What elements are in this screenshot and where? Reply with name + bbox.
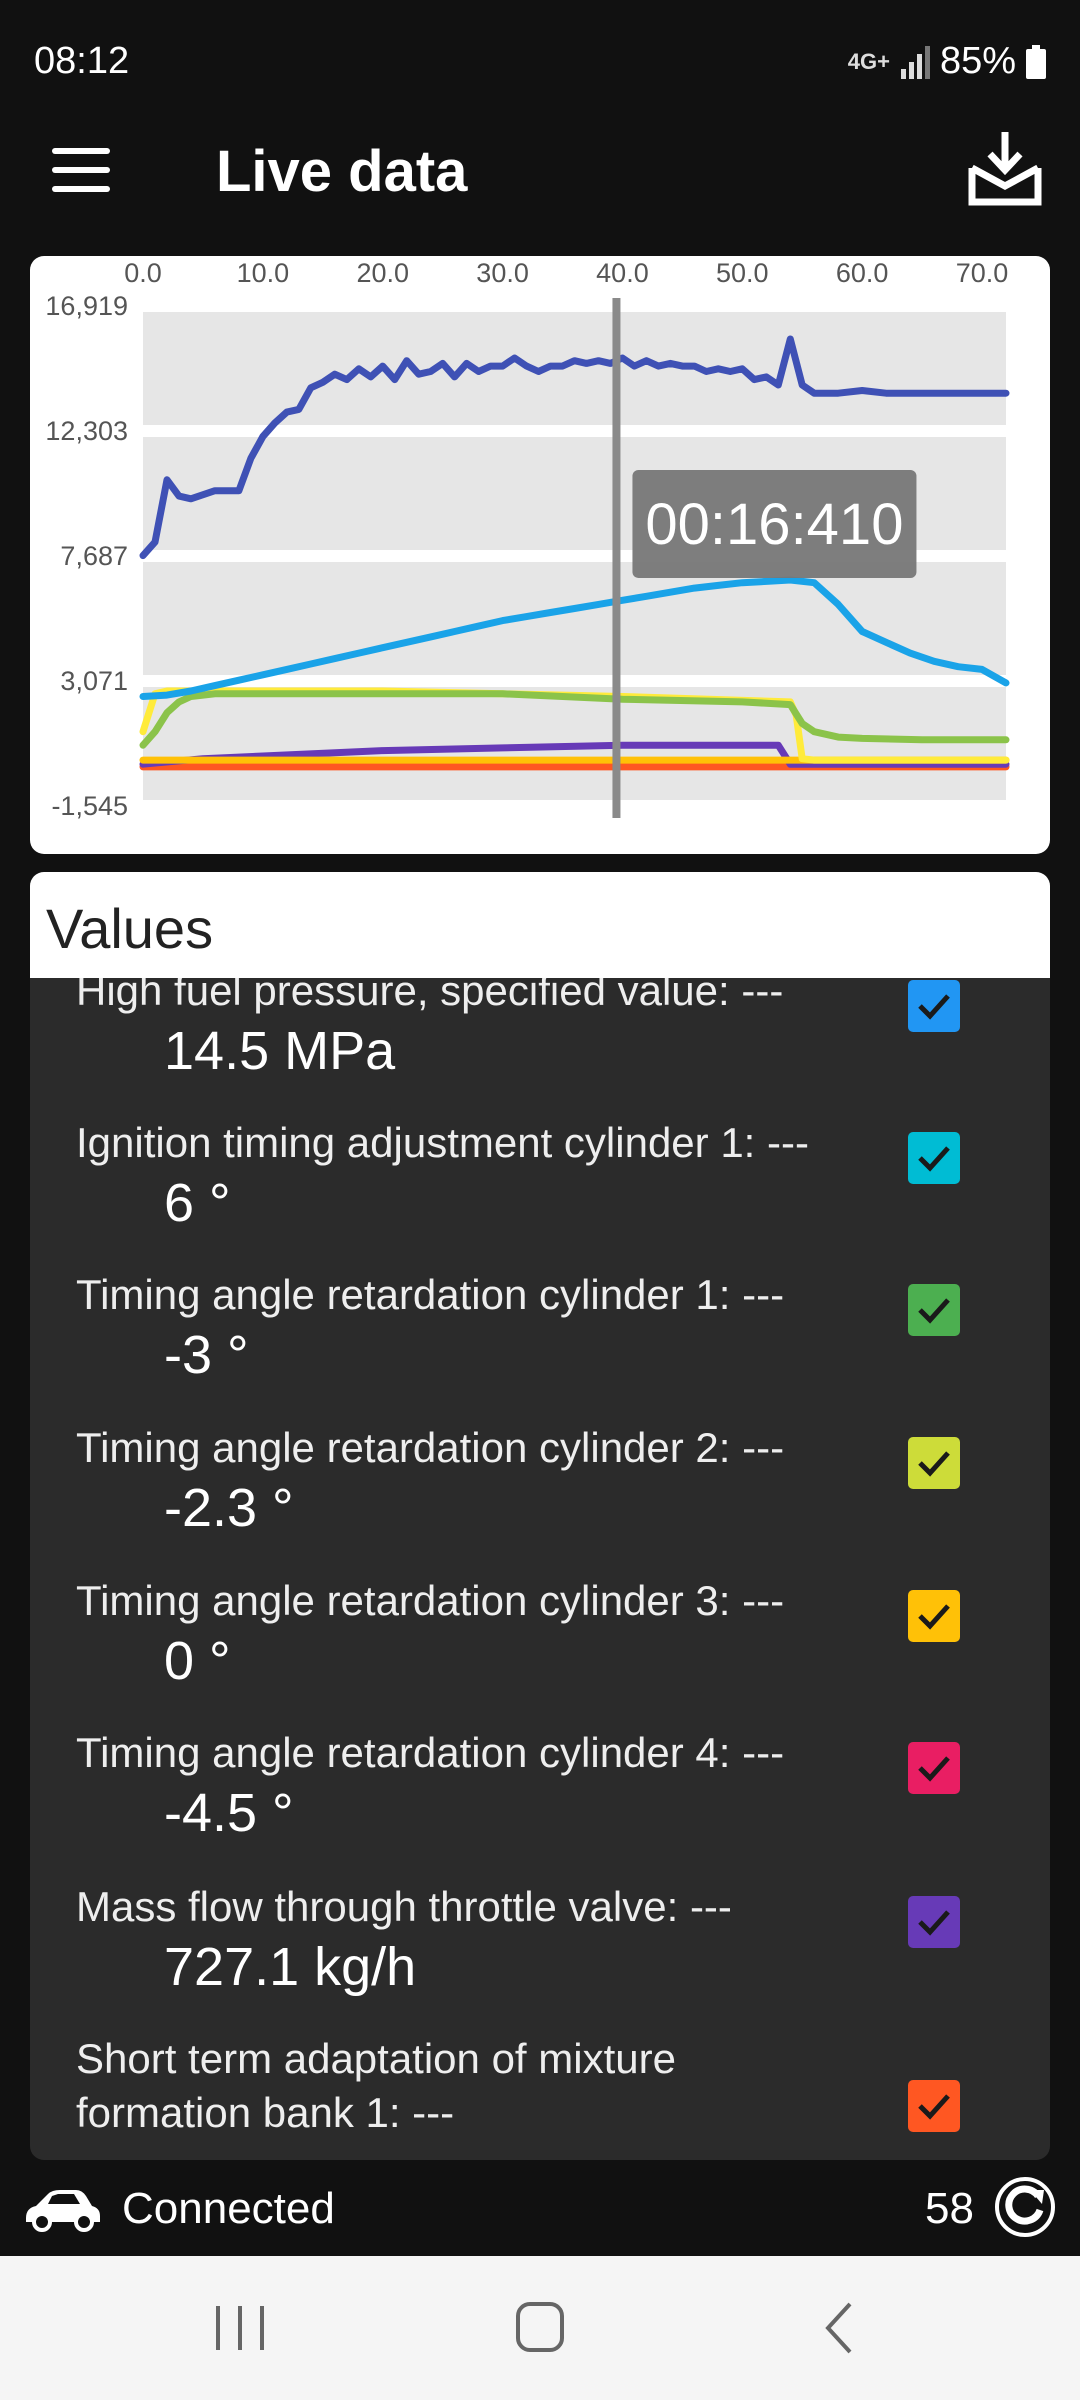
x-tick-label: 50.0: [716, 258, 769, 288]
checkmark-icon: [918, 1451, 950, 1477]
status-time: 08:12: [34, 40, 130, 82]
value-label: Timing angle retardation cylinder 3: ---: [76, 1577, 785, 1624]
connection-status: Connected: [122, 2184, 335, 2233]
value-reading: 727.1 kg/h: [164, 1937, 417, 1997]
value-reading: 0 °: [164, 1631, 231, 1691]
value-checkbox[interactable]: [908, 1590, 960, 1642]
value-reading: 6 °: [164, 1173, 231, 1233]
x-tick-label: 40.0: [596, 258, 649, 288]
back-icon: [825, 2302, 852, 2354]
tooltip-time: 00:16:410: [645, 492, 903, 557]
download-icon: [968, 132, 1042, 206]
checkmark-icon: [918, 1910, 950, 1936]
value-label: High fuel pressure, specified value: ---: [76, 978, 784, 1014]
value-reading: -3 °: [164, 1325, 249, 1385]
chart-band: [143, 312, 1006, 425]
value-item[interactable]: Timing angle retardation cylinder 4: ---…: [30, 1726, 1050, 1878]
network-type-icon: 4G+: [847, 48, 890, 74]
y-tick-label: 12,303: [45, 416, 128, 446]
chart-band: [143, 562, 1006, 675]
recents-button[interactable]: [200, 2300, 280, 2356]
refresh-icon: [995, 2177, 1055, 2237]
value-checkbox[interactable]: [908, 1896, 960, 1948]
connection-bar: Connected 58: [0, 2170, 1080, 2250]
value-label: Short term adaptation of mixture formati…: [76, 2035, 676, 2136]
refresh-button[interactable]: [994, 2176, 1056, 2238]
value-reading: -4.5 °: [164, 1783, 294, 1843]
sample-count: 58: [925, 2184, 974, 2233]
value-item[interactable]: Timing angle retardation cylinder 1: ---…: [30, 1268, 1050, 1420]
status-bar: 08:12 4G+ 85%: [0, 0, 1080, 120]
value-checkbox[interactable]: [908, 980, 960, 1032]
signal-icon: [900, 45, 930, 79]
live-chart[interactable]: 0.0 10.0 20.0 30.0 40.0 50.0 60.0 70.0 16,919 12,…: [30, 256, 1050, 854]
value-checkbox[interactable]: [908, 1437, 960, 1489]
menu-icon: [52, 148, 110, 154]
app-bar: Live data: [0, 120, 1080, 230]
checkmark-icon: [918, 1604, 950, 1630]
value-reading: -2.3 °: [164, 1478, 294, 1538]
value-label: Mass flow through throttle valve: ---: [76, 1883, 732, 1930]
checkmark-icon: [918, 2094, 950, 2120]
checkmark-icon: [918, 1298, 950, 1324]
home-icon: [516, 2302, 564, 2352]
value-item[interactable]: High fuel pressure, specified value: ---…: [30, 978, 1050, 1116]
back-button[interactable]: [800, 2300, 880, 2356]
x-tick-label: 0.0: [124, 258, 162, 288]
y-tick-label: 3,071: [60, 666, 128, 696]
x-tick-label: 10.0: [237, 258, 290, 288]
value-reading: 14.5 MPa: [164, 1021, 396, 1081]
values-panel: Values High fuel pressure, specified val…: [30, 872, 1050, 2160]
page-title: Live data: [216, 139, 468, 204]
value-checkbox[interactable]: [908, 2080, 960, 2132]
battery-icon: [1026, 44, 1046, 79]
x-tick-label: 70.0: [956, 258, 1009, 288]
system-nav-bar: [0, 2256, 1080, 2400]
checkmark-icon: [918, 994, 950, 1020]
value-label: Timing angle retardation cylinder 4: ---: [76, 1729, 785, 1776]
y-tick-label: -1,545: [51, 791, 128, 821]
home-button[interactable]: [500, 2300, 580, 2356]
value-checkbox[interactable]: [908, 1132, 960, 1184]
checkmark-icon: [918, 1146, 950, 1172]
values-title: Values: [46, 897, 214, 960]
checkmark-icon: [918, 1756, 950, 1782]
y-tick-label: 16,919: [45, 291, 128, 321]
value-item[interactable]: Short term adaptation of mixture formati…: [30, 2032, 1050, 2160]
value-label: Timing angle retardation cylinder 2: ---: [76, 1424, 785, 1471]
value-label: Ignition timing adjustment cylinder 1: -…: [76, 1119, 809, 1166]
value-item[interactable]: Ignition timing adjustment cylinder 1: -…: [30, 1116, 1050, 1268]
value-checkbox[interactable]: [908, 1284, 960, 1336]
value-checkbox[interactable]: [908, 1742, 960, 1794]
values-header: Values: [30, 872, 1050, 978]
value-item[interactable]: Timing angle retardation cylinder 2: ---…: [30, 1421, 1050, 1573]
x-tick-label: 20.0: [356, 258, 409, 288]
values-list[interactable]: High fuel pressure, specified value: ---…: [30, 978, 1050, 2160]
status-icons: 4G+ 85%: [848, 40, 1046, 83]
y-tick-label: 7,687: [60, 541, 128, 571]
car-icon: [26, 2190, 100, 2232]
value-item[interactable]: Mass flow through throttle valve: --- 72…: [30, 1880, 1050, 2032]
value-item[interactable]: Timing angle retardation cylinder 3: ---…: [30, 1574, 1050, 1726]
chart-plot[interactable]: 0.0 10.0 20.0 30.0 40.0 50.0 60.0 70.0 16,919 12,…: [30, 256, 1050, 854]
value-label: Timing angle retardation cylinder 1: ---: [76, 1271, 785, 1318]
recents-icon: [216, 2306, 264, 2350]
battery-percent: 85%: [939, 40, 1016, 82]
download-button[interactable]: [968, 128, 1042, 208]
x-tick-label: 60.0: [836, 258, 889, 288]
x-tick-label: 30.0: [476, 258, 529, 288]
menu-button[interactable]: [52, 148, 112, 198]
